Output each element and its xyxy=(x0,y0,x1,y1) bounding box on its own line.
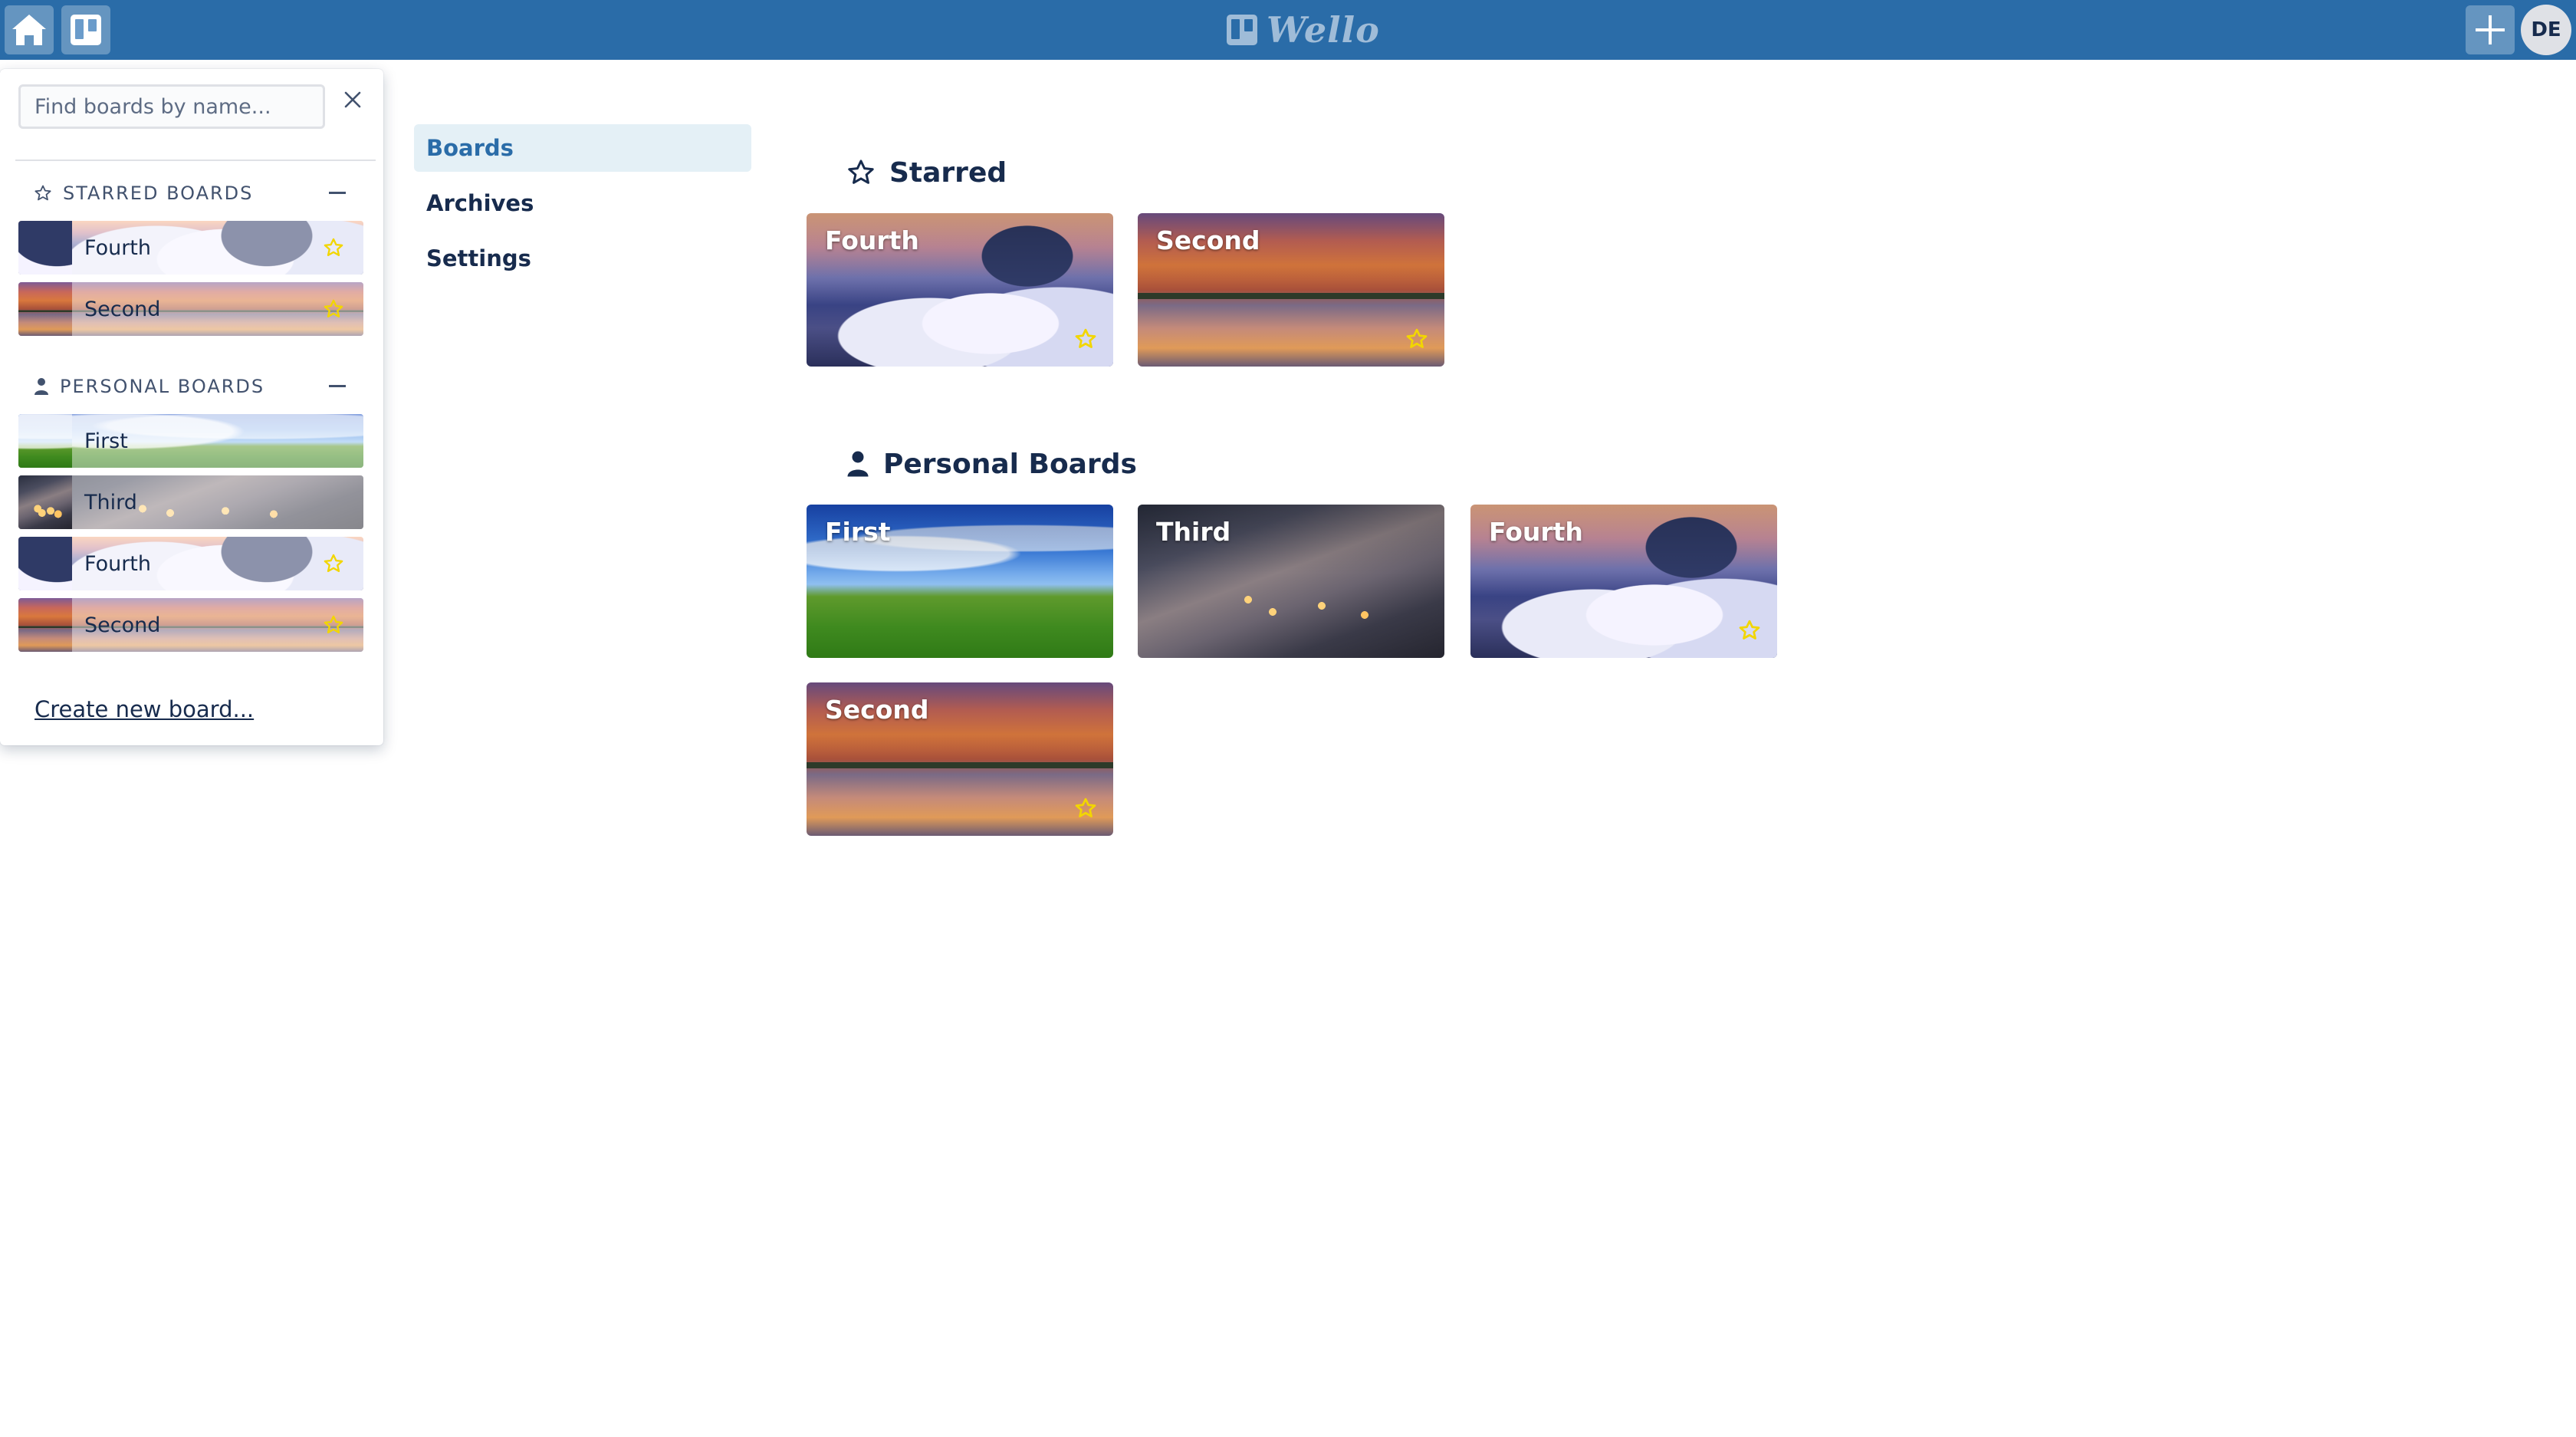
star-icon xyxy=(1739,620,1760,640)
board-tile[interactable]: Third xyxy=(1138,505,1444,658)
star-icon xyxy=(324,615,343,633)
starred-section-title: Starred xyxy=(846,153,1007,192)
board-tile[interactable]: Second xyxy=(1138,213,1444,367)
drawer-board-name: Fourth xyxy=(84,551,151,576)
starred-boards-heading: STARRED BOARDS xyxy=(34,178,253,209)
create-new-board-link[interactable]: Create new board... xyxy=(34,696,254,722)
star-toggle[interactable] xyxy=(319,610,348,640)
star-toggle[interactable] xyxy=(1072,794,1099,822)
star-toggle[interactable] xyxy=(319,233,348,262)
app-name: Wello xyxy=(1267,9,1380,51)
drawer-divider xyxy=(15,159,376,161)
board-thumb-square xyxy=(18,537,72,590)
nav-item-archives[interactable]: Archives xyxy=(414,179,751,227)
star-toggle[interactable] xyxy=(319,294,348,324)
board-tile[interactable]: Fourth xyxy=(807,213,1113,367)
user-avatar[interactable]: DE xyxy=(2521,5,2571,55)
starred-boards-label: STARRED BOARDS xyxy=(63,183,254,204)
top-header: Wello DE xyxy=(0,0,2576,60)
nav-item-boards[interactable]: Boards xyxy=(414,124,751,172)
board-tile[interactable]: Fourth xyxy=(1470,505,1777,658)
starred-title-text: Starred xyxy=(889,156,1007,189)
personal-boards-heading: PERSONAL BOARDS xyxy=(34,371,264,402)
star-icon xyxy=(324,554,343,572)
board-tile-name: Fourth xyxy=(825,225,919,255)
logo-board-icon xyxy=(1227,15,1257,45)
star-outline-icon xyxy=(848,159,874,184)
personal-section-title: Personal Boards xyxy=(846,445,1137,483)
personal-title-text: Personal Boards xyxy=(883,448,1137,480)
nav-item-settings[interactable]: Settings xyxy=(414,235,751,282)
drawer-board-row[interactable]: First xyxy=(18,414,363,468)
board-thumb-square xyxy=(18,282,72,336)
board-tile[interactable]: First xyxy=(807,505,1113,658)
person-icon xyxy=(34,378,48,395)
home-icon xyxy=(12,15,46,45)
board-tile-name: Fourth xyxy=(1489,517,1583,547)
star-outline-icon xyxy=(34,185,51,201)
star-toggle[interactable] xyxy=(1072,325,1099,353)
drawer-board-name: Second xyxy=(84,297,161,321)
board-tile-name: Second xyxy=(825,695,929,725)
star-icon xyxy=(324,238,343,256)
board-tile-name: Third xyxy=(1156,517,1231,547)
star-icon xyxy=(1406,328,1428,348)
star-icon xyxy=(1075,328,1096,348)
drawer-close-button[interactable] xyxy=(337,84,368,115)
star-icon xyxy=(1075,797,1096,817)
board-thumb-square xyxy=(18,598,72,652)
drawer-board-name: Third xyxy=(84,490,137,515)
boards-button[interactable] xyxy=(61,5,110,54)
board-search-input[interactable] xyxy=(18,84,325,129)
home-button[interactable] xyxy=(5,5,54,54)
drawer-board-name: First xyxy=(84,429,128,453)
drawer-board-row[interactable]: Third xyxy=(18,475,363,529)
star-icon xyxy=(324,299,343,317)
minus-icon xyxy=(329,385,346,387)
board-tile[interactable]: Second xyxy=(807,682,1113,836)
star-toggle[interactable] xyxy=(319,549,348,578)
drawer-board-row[interactable]: Second xyxy=(18,598,363,652)
star-toggle[interactable] xyxy=(1736,617,1763,644)
minus-icon xyxy=(329,192,346,194)
plus-icon xyxy=(2476,15,2505,44)
person-icon xyxy=(847,451,869,477)
app-logo[interactable]: Wello xyxy=(1225,9,1380,51)
board-tile-name: Second xyxy=(1156,225,1260,255)
star-toggle[interactable] xyxy=(1403,325,1431,353)
drawer-board-name: Second xyxy=(84,613,161,637)
boards-drawer: STARRED BOARDS Fourth Second PERSONAL BO… xyxy=(0,69,383,745)
boards-icon xyxy=(71,15,101,45)
board-thumb-square xyxy=(18,221,72,275)
personal-collapse-button[interactable] xyxy=(325,371,350,402)
drawer-board-row[interactable]: Fourth xyxy=(18,537,363,590)
close-icon xyxy=(344,91,361,108)
starred-collapse-button[interactable] xyxy=(325,178,350,209)
board-tile-name: First xyxy=(825,517,891,547)
drawer-board-row[interactable]: Second xyxy=(18,282,363,336)
board-thumb-square xyxy=(18,414,72,468)
board-thumb-square xyxy=(18,475,72,529)
drawer-board-name: Fourth xyxy=(84,235,151,260)
add-button[interactable] xyxy=(2466,5,2515,54)
drawer-board-row[interactable]: Fourth xyxy=(18,221,363,275)
personal-boards-label: PERSONAL BOARDS xyxy=(60,376,265,397)
